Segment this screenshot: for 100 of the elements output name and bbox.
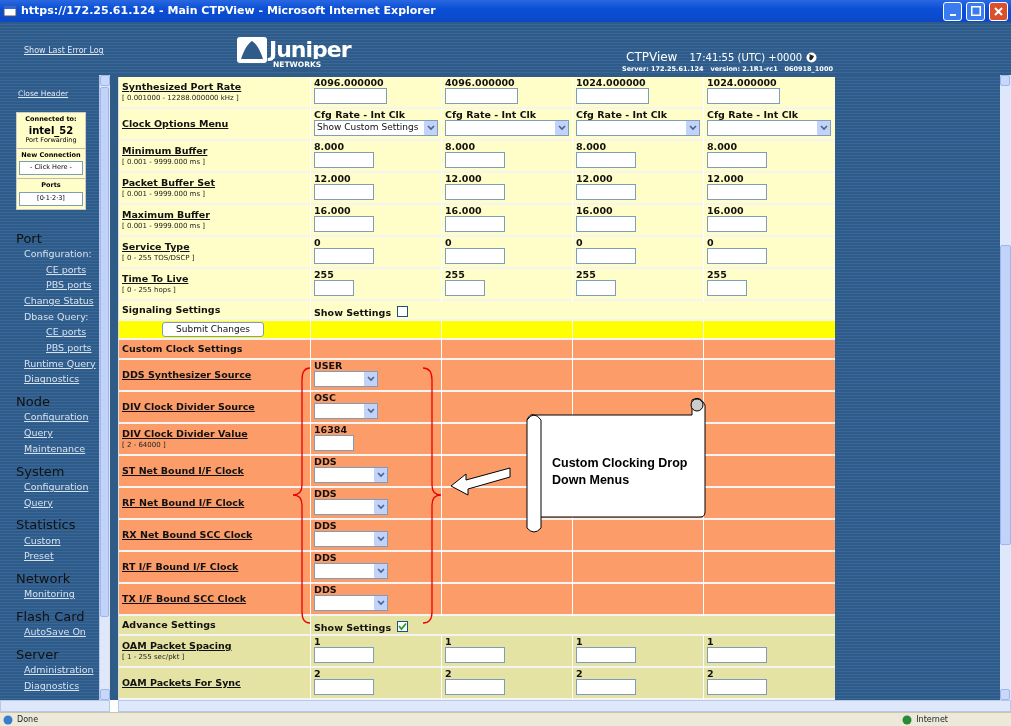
field-label[interactable]: Service Type xyxy=(122,242,307,253)
input-field[interactable] xyxy=(314,679,374,696)
input-field[interactable] xyxy=(445,216,505,233)
cell-value: 4096.000000 xyxy=(314,78,385,89)
field-label[interactable]: Maximum Buffer xyxy=(122,210,307,221)
input-field[interactable] xyxy=(707,88,780,105)
dropdown[interactable] xyxy=(445,120,569,137)
checkbox[interactable] xyxy=(397,621,409,632)
checkbox[interactable] xyxy=(397,306,409,317)
input-field[interactable] xyxy=(707,184,767,201)
cell-value: 16.000 xyxy=(576,206,614,217)
scrollbar[interactable] xyxy=(99,75,109,700)
field-label[interactable]: OAM Packets For Sync xyxy=(122,677,307,689)
nav-link[interactable]: PBS ports xyxy=(2,340,99,356)
dropdown[interactable] xyxy=(314,563,388,580)
input-field[interactable] xyxy=(707,248,767,265)
field-label[interactable]: Time To Live xyxy=(122,274,307,285)
nav-link[interactable]: Diagnostics xyxy=(2,677,99,694)
field-label[interactable]: RF Net Bound I/F Clock xyxy=(122,497,307,509)
nav-link[interactable]: AutoSave On xyxy=(2,624,99,640)
field-label[interactable]: TX I/F Bound SCC Clock xyxy=(122,593,307,605)
field-label[interactable]: RT I/F Bound I/F Clock xyxy=(122,561,307,573)
dropdown[interactable] xyxy=(314,499,388,516)
field-label[interactable]: DIV Clock Divider Value xyxy=(122,429,307,440)
submit-button[interactable]: Submit Changes xyxy=(162,322,264,337)
close-button[interactable] xyxy=(989,1,1008,21)
nav-link[interactable]: Custom xyxy=(2,532,99,549)
nav-link[interactable]: Configuration xyxy=(2,409,99,426)
nav-link[interactable]: Change Status xyxy=(2,292,99,309)
dropdown[interactable] xyxy=(707,120,831,137)
caret-icon xyxy=(374,532,387,547)
input-field[interactable] xyxy=(707,679,767,696)
input-field[interactable] xyxy=(576,152,636,169)
input-field[interactable] xyxy=(707,216,767,233)
dropdown[interactable] xyxy=(314,595,388,612)
field-label[interactable]: ST Net Bound I/F Clock xyxy=(122,465,307,477)
input-field[interactable] xyxy=(707,647,767,664)
dropdown[interactable] xyxy=(314,371,378,388)
nav-link[interactable]: Runtime Query xyxy=(2,355,99,372)
input-field[interactable] xyxy=(314,280,354,297)
input-field[interactable] xyxy=(314,216,374,233)
input-field[interactable] xyxy=(314,88,387,105)
field-label[interactable]: DDS Synthesizer Source xyxy=(122,369,307,381)
input-field[interactable] xyxy=(314,152,374,169)
input-field[interactable] xyxy=(576,647,636,664)
cell-value: 16384 xyxy=(314,425,349,436)
input-field[interactable] xyxy=(576,280,616,297)
input-field[interactable] xyxy=(314,248,374,265)
field-label[interactable]: RX Net Bound SCC Clock xyxy=(122,529,307,541)
scrollbar[interactable] xyxy=(118,700,1011,712)
input-field[interactable] xyxy=(314,647,374,664)
maximize-button[interactable] xyxy=(966,1,985,21)
field-label[interactable]: Clock Options Menu xyxy=(122,118,307,130)
nav-link[interactable]: Diagnostics xyxy=(2,371,99,388)
input-field[interactable] xyxy=(445,248,505,265)
input-field[interactable] xyxy=(576,184,636,201)
field-label[interactable]: Synthesized Port Rate xyxy=(122,82,307,93)
field-label[interactable]: Packet Buffer Set xyxy=(122,178,307,189)
nav-link[interactable]: Configuration xyxy=(2,478,99,495)
nav-link[interactable]: CE ports xyxy=(2,324,99,340)
dropdown[interactable] xyxy=(314,467,388,484)
input-field[interactable] xyxy=(445,280,485,297)
input-field[interactable] xyxy=(576,679,636,696)
nav-link[interactable]: CE ports xyxy=(2,261,99,278)
input-field[interactable] xyxy=(707,280,747,297)
cell-value: 1 xyxy=(576,637,584,648)
field-label[interactable]: OAM Packet Spacing xyxy=(122,641,307,652)
nav-link[interactable]: Query xyxy=(2,494,99,511)
scrollbar[interactable] xyxy=(1000,75,1011,700)
input-field[interactable] xyxy=(576,248,636,265)
input-field[interactable] xyxy=(576,88,649,105)
nav-link[interactable]: PBS ports xyxy=(2,277,99,293)
input-field[interactable] xyxy=(445,88,518,105)
input-field[interactable] xyxy=(445,679,505,696)
input-field[interactable] xyxy=(445,647,505,664)
input-field[interactable] xyxy=(314,435,354,452)
cell-value: Cfg Rate - Int Clk xyxy=(576,110,669,121)
input-field[interactable] xyxy=(576,216,636,233)
input-field[interactable] xyxy=(314,184,374,201)
nav-link[interactable]: Maintenance xyxy=(2,440,99,457)
nav-link[interactable]: Query xyxy=(2,425,99,441)
nav-link[interactable]: Monitoring xyxy=(2,586,99,602)
error-log-link[interactable]: Show Last Error Log xyxy=(24,45,104,57)
field-label[interactable]: Minimum Buffer xyxy=(122,146,307,157)
browser-icon xyxy=(3,4,17,18)
cell-value: 2 xyxy=(314,669,322,680)
field-label[interactable]: DIV Clock Divider Source xyxy=(122,401,307,413)
input-field[interactable] xyxy=(707,152,767,169)
product-name: CTPView xyxy=(626,49,678,66)
cell-value: 8.000 xyxy=(314,142,346,153)
dropdown[interactable] xyxy=(314,403,378,420)
input-field[interactable] xyxy=(445,152,505,169)
minimize-button[interactable] xyxy=(943,1,962,21)
dropdown[interactable] xyxy=(314,531,388,548)
dropdown[interactable] xyxy=(576,120,700,137)
input-field[interactable] xyxy=(445,184,505,201)
scrollbar[interactable] xyxy=(0,700,110,712)
nav-link[interactable]: Administration xyxy=(2,662,99,678)
dropdown[interactable]: Show Custom Settings xyxy=(314,120,438,137)
nav-link[interactable]: Preset xyxy=(2,548,99,564)
